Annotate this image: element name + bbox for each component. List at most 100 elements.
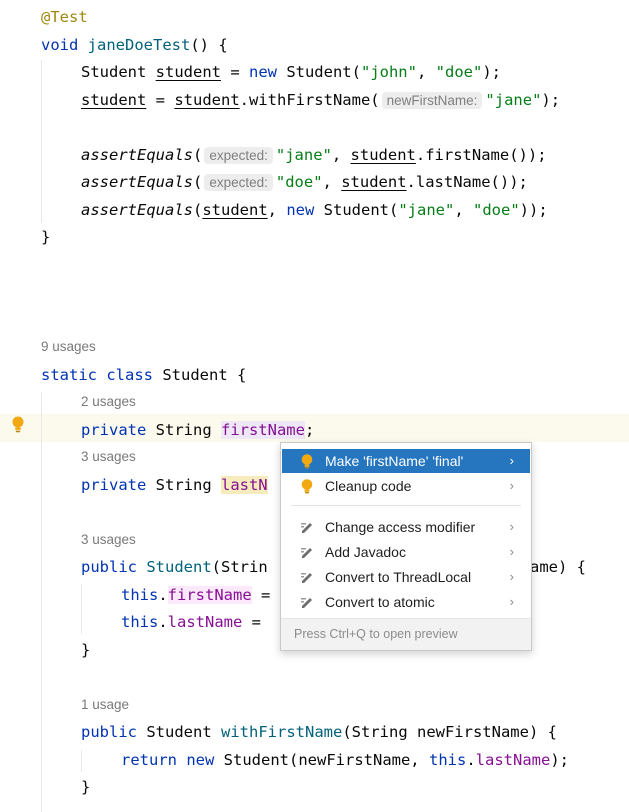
variable: student <box>341 173 407 191</box>
code-text: .firstName()); <box>415 146 547 164</box>
variable: student <box>81 91 147 109</box>
string-literal: "jane" <box>485 91 542 109</box>
chevron-right-icon: › <box>509 594 514 609</box>
keyword: new <box>248 63 277 81</box>
variable: student <box>350 146 416 164</box>
code-line-method-decl: void janeDoeTest() { <box>41 34 228 56</box>
parameter-hint: expected: <box>204 174 273 191</box>
chevron-right-icon: › <box>509 453 514 468</box>
pencil-icon <box>301 598 312 608</box>
method-call: assertEquals <box>81 201 193 219</box>
indent-guide <box>81 750 82 772</box>
field-name[interactable]: lastN <box>220 476 268 494</box>
menu-item-add-javadoc[interactable]: Add Javadoc › <box>282 540 530 564</box>
menu-item-label: Add Javadoc <box>325 544 406 560</box>
code-text: ( <box>192 201 203 219</box>
code-text: ); <box>482 63 501 81</box>
indent-guide <box>81 584 82 634</box>
menu-item-label: Convert to atomic <box>325 594 435 610</box>
closing-brace: } <box>81 641 91 659</box>
closing-brace: } <box>41 228 51 246</box>
code-line: student = student.withFirstName(newFirst… <box>81 89 560 111</box>
code-line: this.lastName = <box>121 611 261 633</box>
keyword: static <box>41 366 97 384</box>
usages-hint[interactable]: 9 usages <box>41 336 96 358</box>
code-line: this.firstName = <box>121 584 270 606</box>
field-name: firstName <box>167 586 252 604</box>
field-name[interactable]: firstName <box>220 421 305 439</box>
menu-item-convert-threadlocal[interactable]: Convert to ThreadLocal › <box>282 565 530 589</box>
string-literal: "doe" <box>275 173 323 191</box>
menu-item-cleanup-code[interactable]: Cleanup code › <box>282 474 530 498</box>
constructor-name: Student <box>146 558 212 576</box>
code-line-class-decl: static class Student { <box>41 364 246 386</box>
code-text: , <box>322 173 342 191</box>
menu-item-convert-atomic[interactable]: Convert to atomic › <box>282 590 530 614</box>
keyword: private <box>81 421 147 439</box>
code-text: .withFirstName( <box>239 91 380 109</box>
menu-item-label: Convert to ThreadLocal <box>325 569 472 585</box>
code-line: return new Student(newFirstName, this.la… <box>121 749 569 771</box>
keyword: class <box>106 366 154 384</box>
keyword: public <box>81 558 137 576</box>
chevron-right-icon: › <box>509 569 514 584</box>
field-name: lastName <box>475 751 551 769</box>
code-text: Student( <box>314 201 399 219</box>
menu-item-label: Make 'firstName' 'final' <box>325 453 464 469</box>
keyword: private <box>81 476 147 494</box>
method-name: janeDoeTest <box>87 36 191 54</box>
usages-hint[interactable]: 3 usages <box>81 446 136 468</box>
method-name: withFirstName <box>221 723 343 741</box>
code-text: ; <box>304 421 315 439</box>
intention-bulb-icon[interactable] <box>12 416 24 434</box>
code-line-field: private String lastN <box>81 474 268 496</box>
variable: student <box>174 91 240 109</box>
intention-actions-popup: Make 'firstName' 'final' › Cleanup code … <box>280 442 532 651</box>
code-line: Student student = new Student("john", "d… <box>81 61 501 83</box>
code-text: )); <box>519 201 548 219</box>
keyword: new <box>186 751 215 769</box>
code-text: ); <box>550 751 569 769</box>
code-text: . <box>158 613 168 631</box>
type-name: Student <box>81 63 156 81</box>
code-text: (String newFirstName) { <box>342 723 557 741</box>
code-text: , <box>416 63 436 81</box>
code-text: = <box>251 586 271 604</box>
code-text: .lastName()); <box>406 173 528 191</box>
type-name: String <box>146 421 221 439</box>
field-name: lastName <box>167 613 243 631</box>
menu-item-make-final[interactable]: Make 'firstName' 'final' › <box>282 449 530 473</box>
code-text: , <box>267 201 287 219</box>
code-text: ( <box>192 173 203 191</box>
indent-guide <box>41 392 42 812</box>
bulb-icon <box>301 454 313 469</box>
code-line-annotation: @Test <box>41 8 88 26</box>
variable: student <box>155 63 221 81</box>
code-text: Student(newFirstName, <box>214 751 429 769</box>
parameter-hint: expected: <box>204 147 273 164</box>
parameter-hint: newFirstName: <box>381 92 483 109</box>
type-name: String <box>146 476 221 494</box>
chevron-right-icon: › <box>509 544 514 559</box>
code-text: ( <box>192 146 203 164</box>
code-line: assertEquals(expected: "jane", student.fi… <box>81 144 547 166</box>
code-text: = <box>220 63 249 81</box>
keyword: this <box>428 751 467 769</box>
usages-hint[interactable]: 3 usages <box>81 529 136 551</box>
menu-item-label: Change access modifier <box>325 519 476 535</box>
code-line: assertEquals(student, new Student("jane"… <box>81 199 548 221</box>
keyword: return <box>121 751 177 769</box>
code-text: = <box>146 91 175 109</box>
usages-hint[interactable]: 1 usage <box>81 694 129 716</box>
code-line-constructor: public Student(Strin <box>81 556 268 578</box>
method-call: assertEquals <box>81 173 193 191</box>
pencil-icon <box>301 523 312 533</box>
string-literal: "jane" <box>275 146 332 164</box>
string-literal: "jane" <box>398 201 455 219</box>
menu-item-change-access-modifier[interactable]: Change access modifier › <box>282 515 530 539</box>
menu-item-label: Cleanup code <box>325 478 412 494</box>
usages-hint[interactable]: 2 usages <box>81 391 136 413</box>
string-literal: "doe" <box>435 63 483 81</box>
pencil-icon <box>301 573 312 583</box>
code-text: = <box>242 613 261 631</box>
